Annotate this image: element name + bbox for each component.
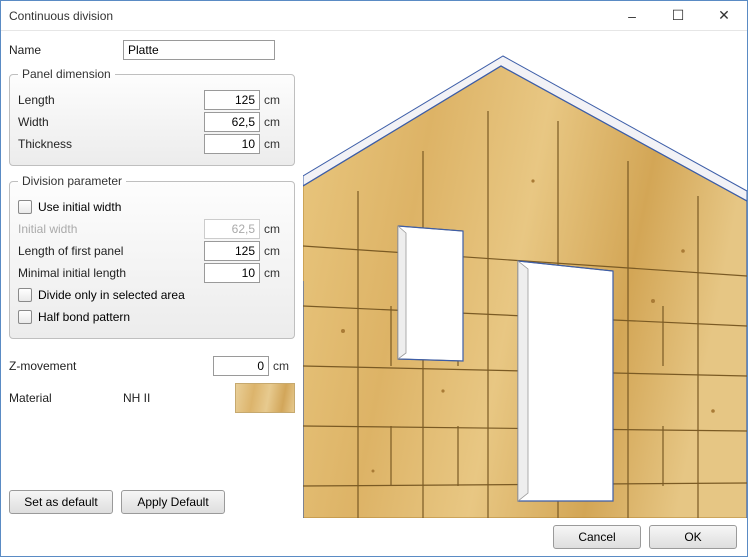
zmovement-unit: cm (273, 359, 295, 373)
initial-width-label: Initial width (18, 222, 128, 236)
divide-selected-label: Divide only in selected area (38, 288, 185, 302)
first-panel-unit: cm (264, 244, 286, 258)
divide-selected-checkbox[interactable] (18, 288, 32, 302)
close-icon: ✕ (718, 7, 730, 24)
length-input[interactable] (204, 90, 260, 110)
cancel-button[interactable]: Cancel (553, 525, 641, 549)
first-panel-label: Length of first panel (18, 244, 158, 258)
ok-button[interactable]: OK (649, 525, 737, 549)
min-initial-input[interactable] (204, 263, 260, 283)
panel-dimension-group: Panel dimension Length cm Width cm Thick… (9, 67, 295, 166)
set-as-default-button[interactable]: Set as default (9, 490, 113, 514)
maximize-icon: ☐ (672, 7, 685, 24)
preview-3d (303, 31, 747, 518)
dialog-footer: Cancel OK (1, 518, 747, 556)
material-label: Material (9, 391, 119, 405)
left-panel: Name Panel dimension Length cm Width cm … (1, 31, 303, 518)
min-initial-unit: cm (264, 266, 286, 280)
length-label: Length (18, 93, 128, 107)
division-parameter-group: Division parameter Use initial width Ini… (9, 174, 295, 339)
half-bond-label: Half bond pattern (38, 310, 130, 324)
initial-width-unit: cm (264, 222, 286, 236)
zmovement-input[interactable] (213, 356, 269, 376)
use-initial-width-label: Use initial width (38, 200, 121, 214)
min-initial-label: Minimal initial length (18, 266, 158, 280)
titlebar: Continuous division ‒ ☐ ✕ (1, 1, 747, 31)
apply-default-button[interactable]: Apply Default (121, 490, 225, 514)
minimize-button[interactable]: ‒ (609, 1, 655, 31)
zmovement-label: Z-movement (9, 359, 119, 373)
length-unit: cm (264, 93, 286, 107)
material-value: NH II (123, 391, 231, 405)
thickness-unit: cm (264, 137, 286, 151)
division-parameter-legend: Division parameter (18, 174, 126, 188)
preview-viewport[interactable] (303, 31, 747, 518)
half-bond-checkbox[interactable] (18, 310, 32, 324)
use-initial-width-checkbox[interactable] (18, 200, 32, 214)
width-label: Width (18, 115, 128, 129)
name-label: Name (9, 43, 119, 57)
maximize-button[interactable]: ☐ (655, 1, 701, 31)
thickness-input[interactable] (204, 134, 260, 154)
first-panel-input[interactable] (204, 241, 260, 261)
panel-dimension-legend: Panel dimension (18, 67, 115, 81)
initial-width-input (204, 219, 260, 239)
width-input[interactable] (204, 112, 260, 132)
width-unit: cm (264, 115, 286, 129)
close-button[interactable]: ✕ (701, 1, 747, 31)
name-input[interactable] (123, 40, 275, 60)
window-title: Continuous division (9, 9, 609, 23)
thickness-label: Thickness (18, 137, 128, 151)
material-swatch[interactable] (235, 383, 295, 413)
minimize-icon: ‒ (628, 8, 636, 24)
